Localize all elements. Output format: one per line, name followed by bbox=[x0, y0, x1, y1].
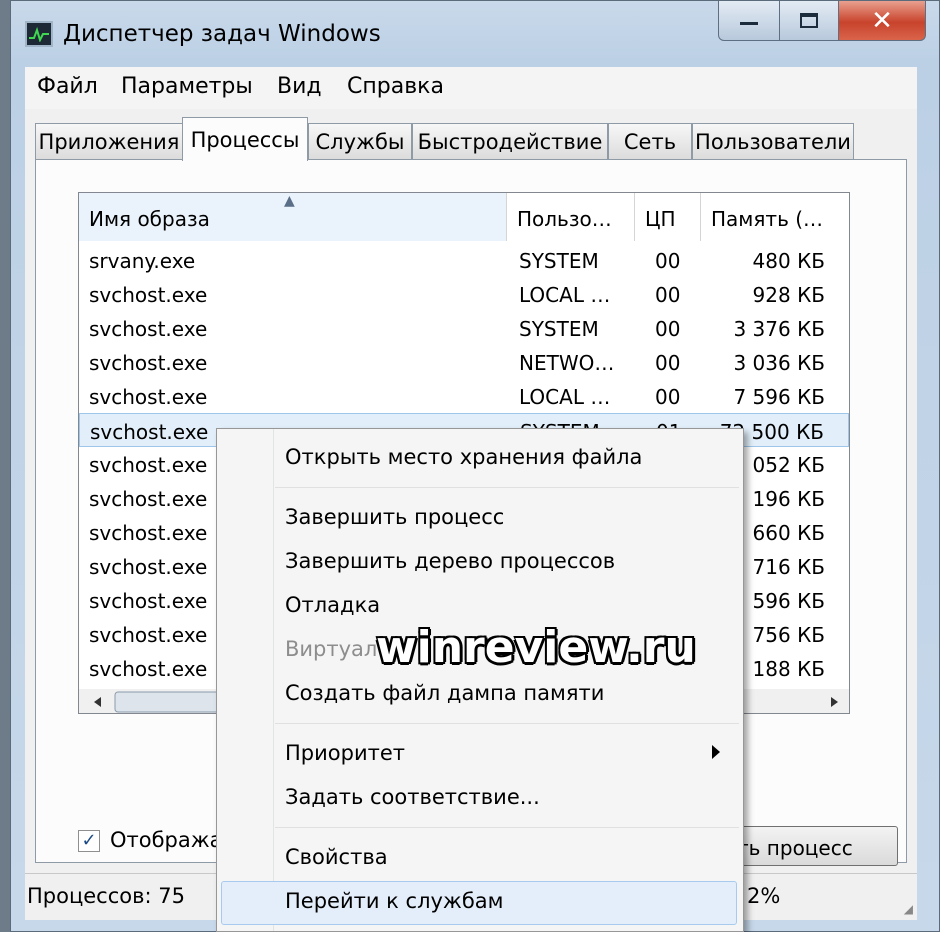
process-name-cell: svchost.exe bbox=[89, 317, 208, 341]
menu-view[interactable]: Вид bbox=[277, 74, 322, 99]
menu-virtualization: Виртуал bbox=[285, 637, 378, 661]
process-name-cell: svchost.exe bbox=[89, 453, 208, 477]
user-cell: SYSTEM bbox=[519, 317, 599, 341]
tab-performance[interactable]: Быстродействие bbox=[412, 123, 608, 159]
process-name-cell: srvany.exe bbox=[89, 249, 196, 273]
memory-cell: 660 КБ bbox=[752, 521, 825, 545]
user-cell: SYSTEM bbox=[519, 249, 599, 273]
maximize-button[interactable] bbox=[779, 1, 839, 41]
title-bar[interactable]: Диспетчер задач Windows ✕ bbox=[11, 1, 939, 67]
tab-users[interactable]: Пользователи bbox=[692, 123, 854, 159]
menu-file[interactable]: Файл bbox=[37, 74, 98, 99]
status-memory: 2% bbox=[747, 884, 781, 908]
cpu-cell: 00 bbox=[655, 283, 681, 307]
tab-applications[interactable]: Приложения bbox=[35, 123, 183, 159]
memory-cell: 196 КБ bbox=[752, 487, 825, 511]
memory-cell: 3 036 КБ bbox=[733, 351, 825, 375]
menu-bar: Файл Параметры Вид Справка bbox=[25, 67, 917, 109]
cpu-cell: 00 bbox=[655, 385, 681, 409]
task-manager-icon bbox=[25, 21, 53, 47]
status-process-count: Процессов: 75 bbox=[27, 884, 185, 908]
memory-cell: 928 КБ bbox=[752, 283, 825, 307]
memory-cell: 052 КБ bbox=[752, 453, 825, 477]
user-cell: LOCAL … bbox=[519, 283, 611, 307]
show-all-users-checkbox[interactable]: ✓ bbox=[78, 830, 100, 852]
column-image-name[interactable]: ▲ Имя образа bbox=[79, 193, 507, 241]
tab-services[interactable]: Службы bbox=[308, 123, 412, 159]
table-row[interactable]: svchost.exe SYSTEM 00 3 376 КБ bbox=[79, 311, 849, 345]
table-row[interactable]: svchost.exe LOCAL … 00 7 596 КБ bbox=[79, 379, 849, 413]
menu-open-file-location[interactable]: Открыть место хранения файла bbox=[285, 445, 642, 469]
context-menu-separator bbox=[275, 723, 739, 724]
close-icon: ✕ bbox=[871, 5, 893, 36]
column-memory[interactable]: Память (… bbox=[701, 193, 849, 241]
menu-priority[interactable]: Приоритет bbox=[285, 741, 405, 765]
process-name-cell: svchost.exe bbox=[89, 385, 208, 409]
cpu-cell: 00 bbox=[655, 351, 681, 375]
process-name-cell: svchost.exe bbox=[89, 623, 208, 647]
process-name-cell: svchost.exe bbox=[90, 420, 209, 444]
watermark: winreview.ru bbox=[376, 622, 696, 673]
user-cell: LOCAL … bbox=[519, 385, 611, 409]
process-name-cell: svchost.exe bbox=[89, 589, 208, 613]
table-row[interactable]: svchost.exe NETWO… 00 3 036 КБ bbox=[79, 345, 849, 379]
resize-grip-icon[interactable]: ◢ bbox=[904, 902, 913, 916]
memory-cell: 716 КБ bbox=[752, 555, 825, 579]
memory-cell: 756 КБ bbox=[752, 623, 825, 647]
column-user[interactable]: Пользо… bbox=[507, 193, 635, 241]
menu-properties[interactable]: Свойства bbox=[285, 845, 388, 869]
menu-debug[interactable]: Отладка bbox=[285, 593, 380, 617]
menu-create-dump-file[interactable]: Создать файл дампа памяти bbox=[285, 681, 604, 705]
tab-processes[interactable]: Процессы bbox=[182, 117, 308, 161]
end-process-button[interactable]: ть процесс bbox=[726, 826, 898, 866]
process-name-cell: svchost.exe bbox=[89, 555, 208, 579]
menu-options[interactable]: Параметры bbox=[121, 74, 253, 99]
process-name-cell: svchost.exe bbox=[89, 521, 208, 545]
process-name-cell: svchost.exe bbox=[89, 351, 208, 375]
memory-cell: 3 376 КБ bbox=[733, 317, 825, 341]
context-menu: Открыть место хранения файла Завершить п… bbox=[216, 428, 744, 932]
memory-cell: 480 КБ bbox=[752, 249, 825, 273]
memory-cell: 7 596 КБ bbox=[733, 385, 825, 409]
memory-cell: 188 КБ bbox=[752, 657, 825, 681]
process-name-cell: svchost.exe bbox=[89, 283, 208, 307]
window-title: Диспетчер задач Windows bbox=[63, 21, 381, 47]
tab-network[interactable]: Сеть bbox=[608, 123, 692, 159]
cpu-cell: 00 bbox=[655, 249, 681, 273]
menu-help[interactable]: Справка bbox=[347, 74, 444, 99]
menu-end-process[interactable]: Завершить процесс bbox=[285, 505, 504, 529]
sort-ascending-icon: ▲ bbox=[284, 193, 295, 209]
column-cpu[interactable]: ЦП bbox=[635, 193, 701, 241]
submenu-arrow-icon bbox=[712, 745, 720, 759]
memory-cell: 596 КБ bbox=[752, 589, 825, 613]
table-row[interactable]: svchost.exe LOCAL … 00 928 КБ bbox=[79, 277, 849, 311]
menu-end-process-tree[interactable]: Завершить дерево процессов bbox=[285, 549, 615, 573]
process-name-cell: svchost.exe bbox=[89, 487, 208, 511]
menu-set-affinity[interactable]: Задать соответствие... bbox=[285, 785, 540, 809]
close-button[interactable]: ✕ bbox=[838, 1, 926, 41]
cpu-cell: 00 bbox=[655, 317, 681, 341]
context-menu-separator bbox=[275, 827, 739, 828]
user-cell: NETWO… bbox=[519, 351, 615, 375]
context-menu-gutter bbox=[273, 429, 274, 931]
menu-go-to-services[interactable]: Перейти к службам bbox=[285, 889, 504, 913]
table-row[interactable]: srvany.exe SYSTEM 00 480 КБ bbox=[79, 243, 849, 277]
process-name-cell: svchost.exe bbox=[89, 657, 208, 681]
minimize-button[interactable] bbox=[718, 1, 780, 41]
context-menu-separator bbox=[275, 487, 739, 488]
